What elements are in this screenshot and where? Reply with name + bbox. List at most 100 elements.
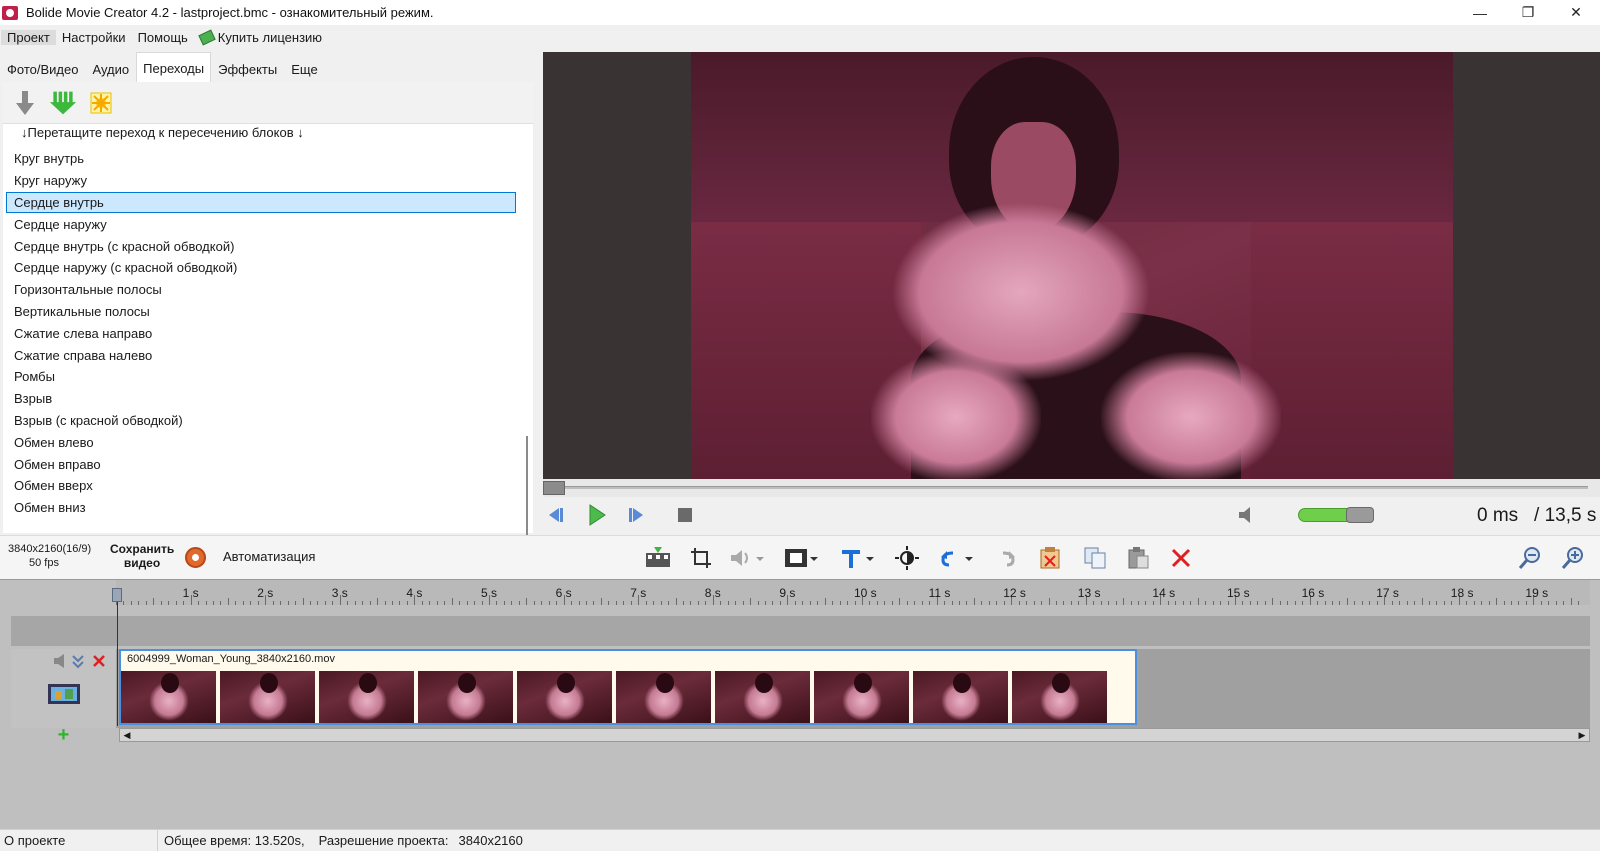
- volume-slider[interactable]: [1298, 507, 1374, 523]
- ruler-tick: [429, 601, 431, 605]
- delete-icon[interactable]: [1167, 545, 1195, 571]
- text-icon[interactable]: [838, 545, 878, 571]
- ruler-tick: [466, 601, 468, 605]
- timeline-scrollbar[interactable]: ◀ ▶: [119, 728, 1590, 742]
- redo-icon[interactable]: [994, 545, 1022, 571]
- copy-icon[interactable]: [1081, 545, 1109, 571]
- menu-help[interactable]: Помощь: [132, 30, 194, 45]
- scroll-right-icon[interactable]: ▶: [1575, 729, 1589, 741]
- menu-project[interactable]: Проект: [1, 30, 56, 45]
- zoom-out-icon[interactable]: [1516, 545, 1544, 571]
- transition-item[interactable]: Взрыв: [6, 388, 516, 410]
- menu-settings[interactable]: Настройки: [56, 30, 132, 45]
- ruler-tick: [1063, 601, 1065, 605]
- ruler-tick: [1294, 601, 1296, 605]
- seek-track[interactable]: [563, 486, 1588, 489]
- ruler-tick: [1115, 601, 1117, 605]
- save-video-button[interactable]: Сохранить видео: [110, 542, 174, 570]
- track-collapse-icon[interactable]: [71, 653, 85, 672]
- apply-all-icon[interactable]: [49, 89, 77, 117]
- film-effects-icon[interactable]: [782, 545, 822, 571]
- playhead[interactable]: [112, 588, 122, 602]
- record-icon[interactable]: [185, 547, 206, 568]
- transition-item[interactable]: Обмен вверх: [6, 475, 516, 497]
- split-clip-icon[interactable]: [644, 545, 672, 571]
- transition-item[interactable]: Сердце наружу: [6, 213, 516, 235]
- transition-item[interactable]: Сердце внутрь (с красной обводкой): [6, 235, 516, 257]
- transition-item[interactable]: Сердце внутрь: [6, 191, 516, 214]
- ruler-tick: [660, 601, 662, 605]
- ruler-label: 5 s: [481, 586, 498, 600]
- brightness-icon[interactable]: [893, 545, 921, 571]
- video-frame: [691, 52, 1453, 479]
- ruler-tick: [705, 601, 707, 605]
- zoom-in-icon[interactable]: [1559, 545, 1587, 571]
- ruler-tick: [1331, 601, 1333, 605]
- tab-effects[interactable]: Эффекты: [211, 55, 284, 83]
- tab-more[interactable]: Еще: [284, 55, 324, 83]
- window-controls: — ❐ ✕: [1456, 0, 1600, 25]
- play-icon[interactable]: [585, 503, 609, 527]
- transition-item[interactable]: Обмен вправо: [6, 453, 516, 475]
- transitions-list[interactable]: Круг внутрь Круг наружу Сердце внутрь Сердц…: [6, 148, 516, 528]
- automation-button[interactable]: Автоматизация: [223, 549, 315, 564]
- ruler-tick: [876, 601, 878, 605]
- video-clip[interactable]: 6004999_Woman_Young_3840x2160.mov: [119, 649, 1137, 725]
- undo-icon[interactable]: [937, 545, 977, 571]
- prev-frame-icon[interactable]: [543, 503, 567, 527]
- maximize-button[interactable]: ❐: [1504, 0, 1552, 25]
- overlay-track[interactable]: [11, 616, 1590, 646]
- ruler-tick: [772, 601, 774, 605]
- transition-item[interactable]: Вертикальные полосы: [6, 301, 516, 323]
- ruler-tick: [921, 601, 923, 605]
- ruler-tick: [735, 601, 737, 605]
- minimize-button[interactable]: —: [1456, 0, 1504, 25]
- crop-icon[interactable]: [687, 545, 715, 571]
- add-track-button[interactable]: +: [11, 724, 116, 746]
- volume-menu-icon[interactable]: [728, 545, 768, 571]
- menu-buy-license[interactable]: Купить лицензию: [194, 29, 328, 46]
- about-project[interactable]: О проекте: [0, 829, 158, 851]
- transition-item[interactable]: Обмен влево: [6, 431, 516, 453]
- transition-item[interactable]: Сердце наружу (с красной обводкой): [6, 257, 516, 279]
- pane-splitter[interactable]: [535, 51, 541, 533]
- transitions-panel: ↓Перетащите переход к пересечению блоков…: [3, 82, 533, 594]
- tab-photo-video[interactable]: Фото/Видео: [0, 55, 85, 83]
- seek-bar[interactable]: [543, 479, 1600, 497]
- track-mute-icon[interactable]: [53, 653, 67, 672]
- ruler-tick: [332, 601, 334, 605]
- ruler-tick: [1503, 601, 1505, 605]
- ruler-tick: [123, 601, 125, 605]
- transition-item[interactable]: Круг внутрь: [6, 148, 516, 170]
- close-button[interactable]: ✕: [1552, 0, 1600, 25]
- list-scrollbar[interactable]: [524, 162, 530, 594]
- speaker-icon[interactable]: [1235, 503, 1259, 527]
- time-ruler[interactable]: 1 s 2 s 3 s 4 s 5 s 6 s 7 s 8 s 9 s 10 s 11 s 12 s 1…: [116, 580, 1590, 605]
- apply-down-icon[interactable]: [11, 89, 39, 117]
- ruler-tick: [727, 601, 729, 605]
- paste-icon[interactable]: [1124, 545, 1152, 571]
- tab-transitions[interactable]: Переходы: [136, 52, 212, 83]
- ruler-tick: [257, 601, 259, 605]
- next-frame-icon[interactable]: [625, 503, 649, 527]
- random-star-icon[interactable]: [87, 89, 115, 117]
- transition-item[interactable]: Горизонтальные полосы: [6, 279, 516, 301]
- transition-item[interactable]: Сжатие справа налево: [6, 344, 516, 366]
- video-track-icon: [47, 683, 81, 708]
- stop-icon[interactable]: [673, 503, 697, 527]
- transition-item[interactable]: Ромбы: [6, 366, 516, 388]
- ruler-tick: [1376, 601, 1378, 605]
- resolution-info[interactable]: 3840x2160(16/9) 50 fps: [8, 542, 91, 570]
- track-delete-icon[interactable]: [92, 653, 106, 672]
- transition-item[interactable]: Сжатие слева направо: [6, 322, 516, 344]
- ruler-tick: [421, 601, 423, 605]
- transition-item[interactable]: Круг наружу: [6, 170, 516, 192]
- scroll-left-icon[interactable]: ◀: [120, 729, 134, 741]
- volume-knob[interactable]: [1346, 507, 1374, 523]
- tab-audio[interactable]: Аудио: [85, 55, 136, 83]
- transition-item[interactable]: Взрыв (с красной обводкой): [6, 410, 516, 432]
- cut-icon[interactable]: [1036, 545, 1064, 571]
- ruler-tick: [526, 598, 528, 605]
- transition-item[interactable]: Обмен вниз: [6, 497, 516, 519]
- seek-knob[interactable]: [543, 481, 565, 495]
